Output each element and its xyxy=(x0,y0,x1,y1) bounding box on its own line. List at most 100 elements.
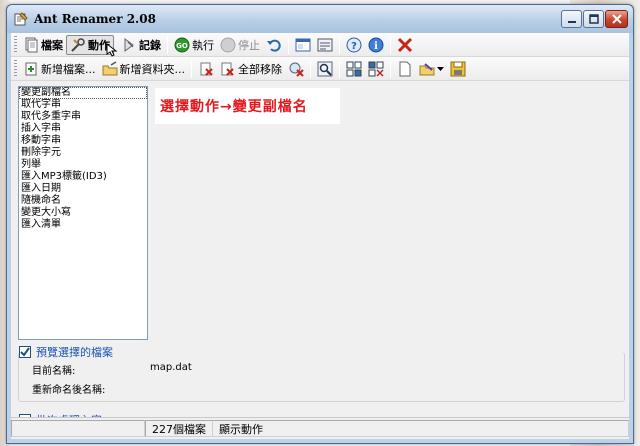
minimize-icon xyxy=(567,21,576,23)
invert-selection-button[interactable] xyxy=(365,59,387,79)
toolbar-grip[interactable] xyxy=(14,59,17,78)
action-list-item[interactable]: 匯入MP3標籤(ID3) xyxy=(19,171,147,183)
select-all-button[interactable] xyxy=(343,59,365,79)
close-button[interactable] xyxy=(605,10,628,28)
maximize-button[interactable] xyxy=(583,10,604,28)
tutorial-annotation: 選擇動作→變更副檔名 xyxy=(155,88,340,124)
action-options-panel: 選擇動作→變更副檔名 xyxy=(153,86,625,340)
select-all-icon xyxy=(346,61,362,76)
current-name-row: 目前名稱: map.dat xyxy=(19,362,624,377)
files-toolbar: 新增檔案... 新增資料夾... 全部移除 xyxy=(11,57,629,81)
preview-group-title: 預覽選擇的檔案 xyxy=(36,346,113,359)
remove-all-button[interactable]: 全部移除 xyxy=(217,59,285,79)
go-icon: GO xyxy=(174,37,190,52)
options-icon xyxy=(317,38,333,51)
stop-button[interactable]: 停止 xyxy=(217,35,263,55)
title-bar[interactable]: Ant Renamer 2.08 xyxy=(7,5,633,33)
actions-page: 變更副檔名 取代字串 取代多重字串 插入字串 移動字串 刪除字元 列舉 匯入MP3標籤(ID3… xyxy=(11,82,629,438)
go-label: 執行 xyxy=(192,38,214,52)
help-button[interactable]: ? xyxy=(343,35,365,55)
stop-icon xyxy=(220,37,236,52)
actions-icon xyxy=(71,37,85,52)
remove-selected-button[interactable] xyxy=(195,59,217,79)
log-tab-button[interactable]: 記錄 xyxy=(118,35,164,55)
magnifier-icon xyxy=(317,61,333,76)
preview-checkbox[interactable] xyxy=(19,346,31,358)
action-list-item[interactable]: 匯入日期 xyxy=(19,183,147,195)
status-file-count: 227個檔案 xyxy=(145,420,213,437)
app-window: Ant Renamer 2.08 檔案 動作 記錄 GO 執行 停止 ? i 新… xyxy=(6,4,634,444)
save-list-button[interactable] xyxy=(447,59,469,79)
new-document-icon xyxy=(399,61,411,76)
open-list-dropdown[interactable] xyxy=(416,59,447,79)
remove-dead-button[interactable] xyxy=(285,59,307,79)
close-icon xyxy=(611,14,622,24)
svg-text:GO: GO xyxy=(176,42,188,50)
undo-icon xyxy=(267,39,281,52)
options-button[interactable] xyxy=(314,35,336,55)
add-files-icon xyxy=(25,62,37,75)
go-button[interactable]: GO 執行 xyxy=(171,35,217,55)
log-tab-label: 記錄 xyxy=(139,38,161,52)
exit-button[interactable] xyxy=(394,35,416,55)
toolbar-grip[interactable] xyxy=(14,35,17,54)
maximize-icon xyxy=(588,14,599,24)
app-icon xyxy=(14,12,28,26)
action-list-item[interactable]: 列舉 xyxy=(19,159,147,171)
action-list-item[interactable]: 插入字串 xyxy=(19,123,147,135)
remove-all-label: 全部移除 xyxy=(238,62,282,76)
toolbar-separator xyxy=(167,35,168,54)
remove-dead-icon xyxy=(289,62,304,77)
remove-selected-icon xyxy=(200,62,213,76)
help-icon: ? xyxy=(346,37,362,52)
file-count-text: 227個檔案 xyxy=(152,422,206,436)
chevron-down-icon xyxy=(437,66,444,71)
invert-selection-icon xyxy=(368,61,384,77)
new-name-label: 重新命名後名稱: xyxy=(32,385,106,396)
toolbar-separator xyxy=(191,59,192,78)
preview-group: 預覽選擇的檔案 目前名稱: map.dat 重新命名後名稱: xyxy=(18,344,625,402)
add-folder-label: 新增資料夾... xyxy=(119,62,186,76)
action-list-item[interactable]: 移動字串 xyxy=(19,135,147,147)
current-name-value: map.dat xyxy=(150,362,192,373)
checkmark-icon xyxy=(20,347,30,357)
add-files-button[interactable]: 新增檔案... xyxy=(20,59,99,79)
action-list-item[interactable]: 變更大小寫 xyxy=(19,207,147,219)
window-title: Ant Renamer 2.08 xyxy=(34,12,156,26)
window-controls xyxy=(561,10,628,28)
action-list-item[interactable]: 取代字串 xyxy=(19,99,147,111)
files-icon xyxy=(25,37,38,52)
file-details-button[interactable] xyxy=(314,59,336,79)
minimize-button[interactable] xyxy=(561,10,582,28)
add-folder-button[interactable]: 新增資料夾... xyxy=(99,59,189,79)
action-list-item[interactable]: 變更副檔名 xyxy=(19,87,147,99)
log-icon xyxy=(124,37,134,52)
action-list[interactable]: 變更副檔名 取代字串 取代多重字串 插入字串 移動字串 刪除字元 列舉 匯入MP3標籤(ID3… xyxy=(18,86,148,340)
window-layout-icon xyxy=(295,38,311,51)
new-list-button[interactable] xyxy=(394,59,416,79)
preview-group-header[interactable]: 預覽選擇的檔案 xyxy=(19,344,117,360)
action-list-item[interactable]: 取代多重字串 xyxy=(19,111,147,123)
about-button[interactable]: i xyxy=(365,35,387,55)
toolbar-separator xyxy=(390,59,391,78)
exit-icon xyxy=(397,37,413,52)
action-list-item[interactable]: 刪除字元 xyxy=(19,147,147,159)
files-tab-button[interactable]: 檔案 xyxy=(20,35,66,55)
mouse-cursor-icon xyxy=(106,42,118,57)
status-bar: 227個檔案 顯示動作 xyxy=(11,417,629,439)
toolbar-separator xyxy=(339,35,340,54)
toolbar-separator xyxy=(390,35,391,54)
window-layout-button[interactable] xyxy=(292,35,314,55)
stop-label: 停止 xyxy=(238,38,260,52)
add-files-label: 新增檔案... xyxy=(41,62,96,76)
svg-text:?: ? xyxy=(351,41,357,52)
action-list-item[interactable]: 隨機命名 xyxy=(19,195,147,207)
toolbar-separator xyxy=(339,59,340,78)
save-icon xyxy=(450,61,466,76)
undo-button[interactable] xyxy=(263,35,285,55)
new-name-row: 重新命名後名稱: xyxy=(19,381,624,396)
info-icon: i xyxy=(368,37,384,52)
status-progress-cell xyxy=(11,420,145,437)
action-list-item[interactable]: 匯入清單 xyxy=(19,219,147,231)
status-mode: 顯示動作 xyxy=(213,420,629,437)
